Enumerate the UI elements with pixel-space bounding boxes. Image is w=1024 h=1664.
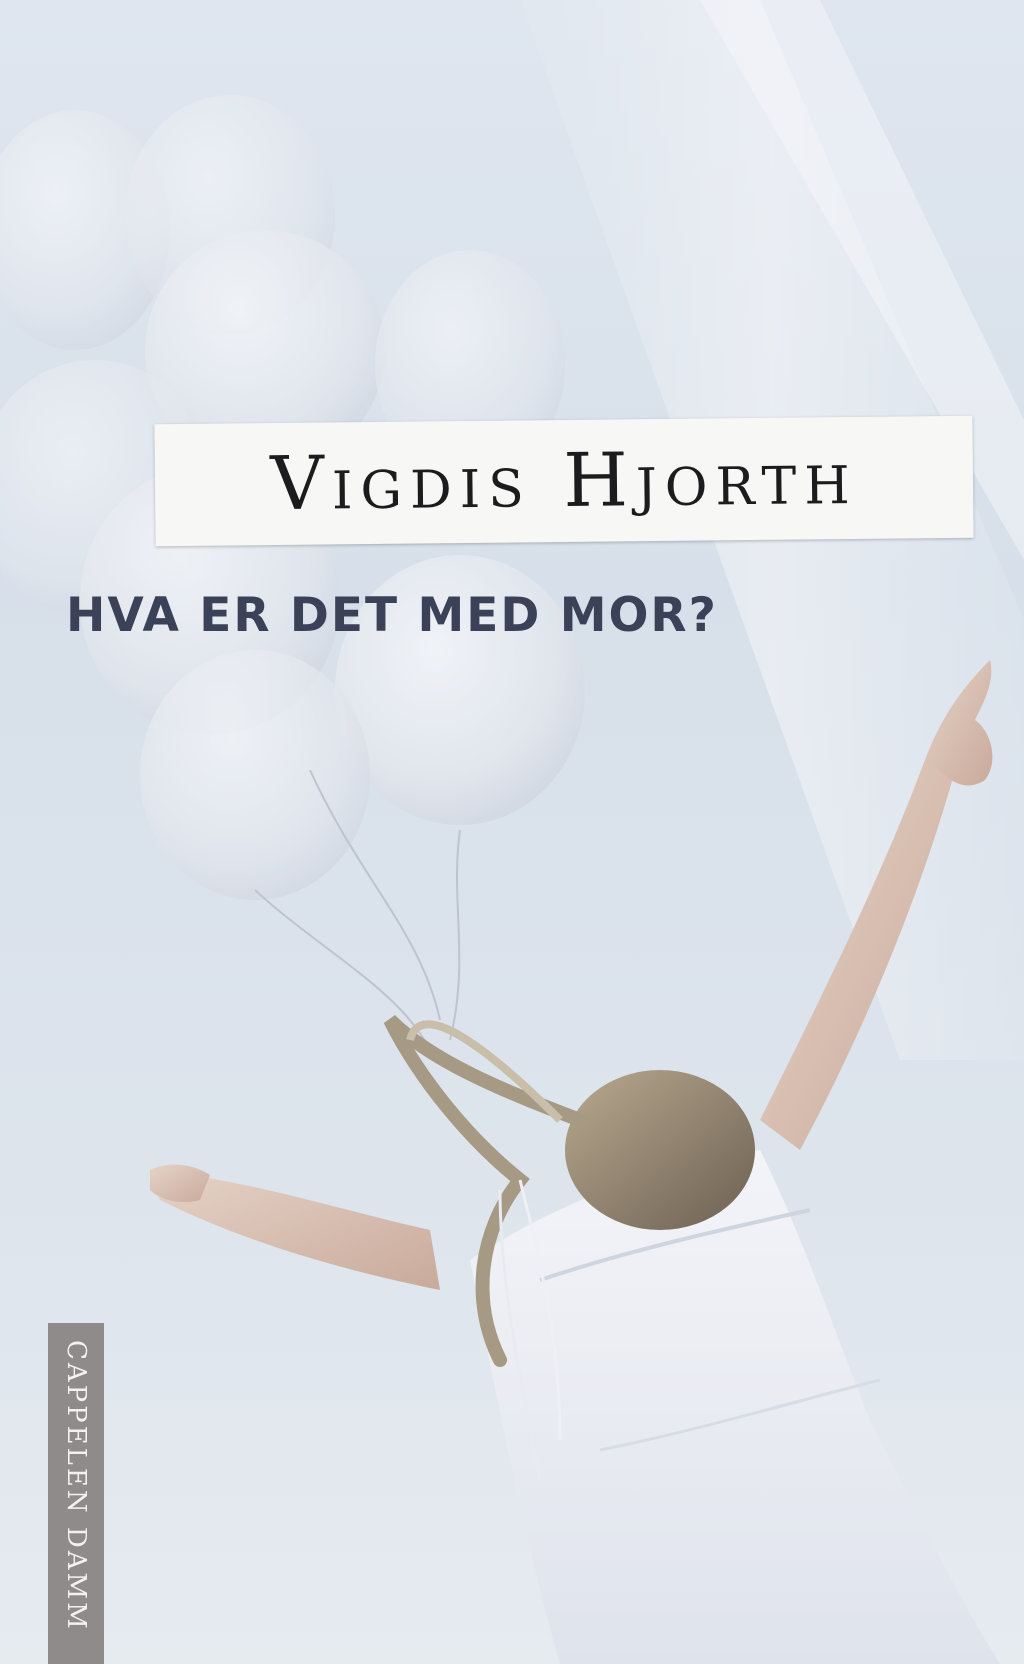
publisher-name: CAPPELEN DAMM bbox=[61, 1340, 91, 1632]
cover-illustration bbox=[0, 0, 1024, 1664]
balloons-illustration bbox=[0, 95, 585, 1051]
author-plate: Vigdis Hjorth bbox=[154, 415, 974, 547]
book-cover: Vigdis Hjorth HVA ER DET MED MOR? CAPPEL… bbox=[0, 0, 1024, 1664]
author-name: Vigdis Hjorth bbox=[269, 434, 859, 528]
book-title: HVA ER DET MED MOR? bbox=[66, 588, 718, 643]
